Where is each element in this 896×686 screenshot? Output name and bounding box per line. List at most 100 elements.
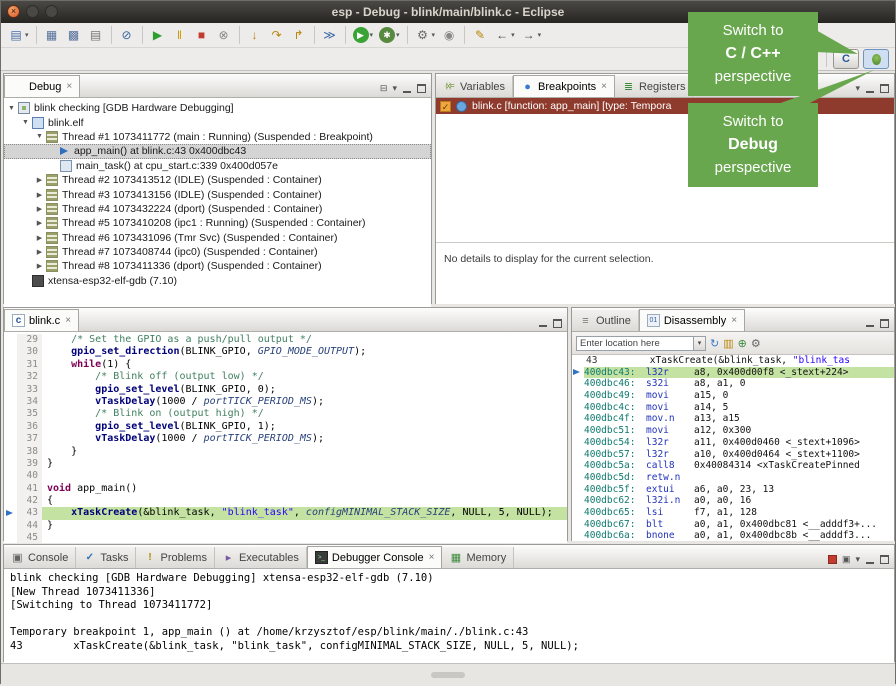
right-tab-registers[interactable]: Registers — [615, 76, 693, 97]
skip-all-breakpoints-icon[interactable]: ⊘ — [117, 25, 137, 45]
step-over-icon[interactable]: ↷ — [267, 25, 287, 45]
close-icon[interactable]: × — [731, 316, 737, 326]
console-tab-debugger-console[interactable]: Debugger Console× — [307, 546, 443, 568]
view-menu-icon[interactable]: ▾ — [392, 83, 397, 94]
console-tab-tasks[interactable]: Tasks — [76, 547, 136, 568]
terminate-icon[interactable] — [828, 555, 837, 564]
dropdown-arrow-icon[interactable]: ▾ — [538, 31, 542, 39]
refresh-icon[interactable]: ↻ — [710, 337, 719, 350]
maximize-button[interactable] — [880, 84, 889, 93]
minimize-button[interactable] — [402, 84, 412, 94]
disassembly-instruction[interactable]: 400dbc65:lsif7, a1, 128 — [572, 507, 894, 519]
code-line[interactable]: 29 /* Set the GPIO as a push/pull output… — [4, 334, 567, 346]
window-maximize-button[interactable] — [45, 5, 58, 18]
close-icon[interactable]: × — [601, 82, 607, 92]
external-tools-icon[interactable]: ⚙▾ — [413, 25, 438, 45]
debug-tree-item[interactable]: main_task() at cpu_start.c:339 0x400d057… — [4, 159, 431, 173]
right-tab-variables[interactable]: Variables — [436, 76, 513, 97]
tree-expander-icon[interactable]: ▶ — [34, 191, 45, 199]
last-edit-location-icon[interactable]: ✎ — [470, 25, 490, 45]
tree-expander-icon[interactable]: ▶ — [34, 219, 45, 227]
view-menu-icon[interactable]: ▾ — [855, 83, 860, 94]
maximize-button[interactable] — [553, 319, 562, 328]
debug-icon[interactable]: ✱▾ — [377, 25, 402, 45]
editor-tab-blink-c[interactable]: blink.c× — [4, 309, 79, 331]
code-line[interactable]: 30 gpio_set_direction(BLINK_GPIO, GPIO_M… — [4, 346, 567, 358]
disassembly-instruction[interactable]: 400dbc6a:bnonea0, a1, 0x400dbc8b <__addd… — [572, 530, 894, 541]
clear-console-icon[interactable]: ▣ — [842, 554, 851, 565]
view-menu-icon[interactable]: ▾ — [855, 554, 860, 565]
dropdown-arrow-icon[interactable]: ▾ — [370, 31, 374, 39]
code-line[interactable]: 32 /* Blink off (output low) */ — [4, 371, 567, 383]
debug-tree-item[interactable]: xtensa-esp32-elf-gdb (7.10) — [4, 274, 431, 288]
breakpoint-row[interactable]: ✓ blink.c [function: app_main] [type: Te… — [436, 98, 894, 114]
disassembly-tab-disassembly[interactable]: Disassembly× — [639, 309, 745, 331]
code-line[interactable]: 42{ — [4, 495, 567, 507]
new-wizard-icon[interactable]: ▤▾ — [6, 25, 31, 45]
disassembly-source-line[interactable]: 43 xTaskCreate(&blink_task, "blink_tas — [572, 355, 894, 367]
debug-tree-item[interactable]: app_main() at blink.c:43 0x400dbc43 — [4, 144, 431, 158]
minimize-button[interactable] — [538, 318, 548, 328]
disassembly-instruction[interactable]: 400dbc5d:retw.n — [572, 472, 894, 484]
debug-tree-item[interactable]: ▼blink.elf — [4, 115, 431, 129]
settings-icon[interactable]: ⚙ — [751, 337, 761, 350]
debug-perspective-button[interactable] — [863, 49, 889, 69]
tree-expander-icon[interactable]: ▶ — [34, 262, 45, 270]
maximize-button[interactable] — [417, 84, 426, 93]
tree-expander-icon[interactable]: ▼ — [6, 105, 17, 112]
dropdown-arrow-icon[interactable]: ▾ — [511, 31, 515, 39]
console-tab-executables[interactable]: Executables — [215, 547, 307, 568]
debugger-console-output[interactable]: blink checking [GDB Hardware Debugging] … — [4, 569, 894, 668]
minimize-button[interactable] — [865, 318, 875, 328]
code-line[interactable]: 39} — [4, 458, 567, 470]
debug-tree-item[interactable]: ▶Thread #2 1073413512 (IDLE) (Suspended … — [4, 173, 431, 187]
debug-tree-item[interactable]: ▶Thread #5 1073410208 (ipc1 : Running) (… — [4, 216, 431, 230]
code-line[interactable]: 34 vTaskDelay(1000 / portTICK_PERIOD_MS)… — [4, 396, 567, 408]
debug-tree-item[interactable]: ▶Thread #7 1073408744 (ipc0) (Suspended … — [4, 245, 431, 259]
code-line[interactable]: 37 vTaskDelay(1000 / portTICK_PERIOD_MS)… — [4, 433, 567, 445]
disassembly-instruction[interactable]: 400dbc4c:movia14, 5 — [572, 402, 894, 414]
debug-tab-debug[interactable]: Debug× — [4, 75, 80, 97]
disassembly-tab-outline[interactable]: Outline — [572, 310, 639, 331]
tree-expander-icon[interactable]: ▶ — [34, 234, 45, 242]
terminate-icon[interactable]: ■ — [192, 25, 212, 45]
console-tab-console[interactable]: Console — [4, 547, 76, 568]
show-source-icon[interactable]: ▥ — [723, 337, 733, 350]
code-line[interactable]: 45 — [4, 532, 567, 543]
tree-expander-icon[interactable]: ▶ — [34, 176, 45, 184]
code-line[interactable]: 40 — [4, 470, 567, 482]
code-line[interactable]: 41void app_main() — [4, 483, 567, 495]
code-line[interactable]: 38 } — [4, 446, 567, 458]
disassembly-instruction[interactable]: 400dbc57:l32ra10, 0x400d0464 <_stext+110… — [572, 449, 894, 461]
close-icon[interactable]: × — [65, 316, 71, 326]
disassembly-instruction[interactable]: 400dbc51:movia12, 0x300 — [572, 425, 894, 437]
instruction-stepping-icon[interactable]: ≫ — [320, 25, 340, 45]
resize-grip[interactable] — [431, 672, 465, 678]
window-close-button[interactable]: × — [7, 5, 20, 18]
search-icon[interactable]: ◉ — [439, 25, 459, 45]
debug-tree-item[interactable]: ▶Thread #3 1073413156 (IDLE) (Suspended … — [4, 187, 431, 201]
minimize-button[interactable] — [865, 84, 875, 94]
tree-expander-icon[interactable]: ▼ — [34, 133, 45, 140]
code-line[interactable]: 35 /* Blink on (output high) */ — [4, 408, 567, 420]
debug-tree-item[interactable]: ▶Thread #6 1073431096 (Tmr Svc) (Suspend… — [4, 231, 431, 245]
debug-tree-item[interactable]: ▼Thread #1 1073411772 (main : Running) (… — [4, 130, 431, 144]
code-line[interactable]: 33 gpio_set_level(BLINK_GPIO, 0); — [4, 384, 567, 396]
sync-selection-icon[interactable]: ⊕ — [738, 337, 747, 350]
disassembly-instruction[interactable]: 400dbc5f:extuia6, a0, 23, 13 — [572, 484, 894, 496]
close-icon[interactable]: × — [66, 82, 72, 92]
location-dropdown-icon[interactable]: ▾ — [694, 336, 706, 351]
tree-expander-icon[interactable]: ▶ — [34, 248, 45, 256]
collapse-all-icon[interactable]: ⊟ — [380, 83, 388, 94]
disassembly-instruction[interactable]: 400dbc54:l32ra11, 0x400d0460 <_stext+109… — [572, 437, 894, 449]
maximize-button[interactable] — [880, 555, 889, 564]
resume-icon[interactable]: ▶ — [148, 25, 168, 45]
step-into-icon[interactable]: ↓ — [245, 25, 265, 45]
disconnect-icon[interactable]: ⊗ — [214, 25, 234, 45]
console-tab-memory[interactable]: Memory — [442, 547, 514, 568]
disassembly-instruction[interactable]: 400dbc5a:call80x40084314 <xTaskCreatePin… — [572, 460, 894, 472]
minimize-button[interactable] — [865, 555, 875, 565]
tree-expander-icon[interactable]: ▼ — [20, 119, 31, 126]
location-input[interactable]: Enter location here — [576, 336, 694, 351]
maximize-button[interactable] — [880, 319, 889, 328]
